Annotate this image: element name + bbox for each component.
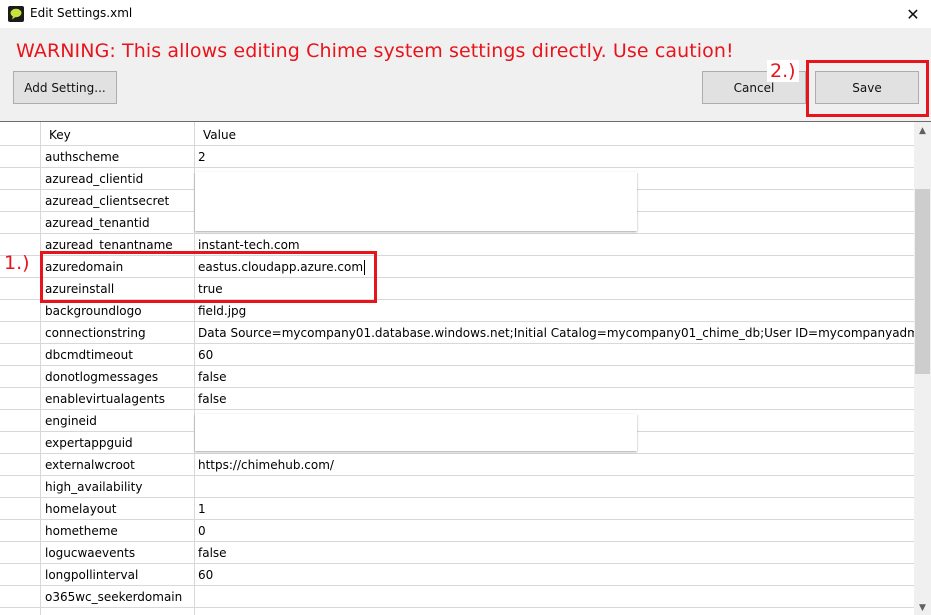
table-row[interactable]: azuredomain eastus.cloudapp.azure.com <box>0 256 914 278</box>
scroll-down-icon[interactable]: ▼ <box>914 599 931 615</box>
key-cell[interactable]: enablevirtualagents <box>41 388 195 410</box>
row-header-cell[interactable] <box>0 146 41 168</box>
key-cell[interactable]: homelayout <box>41 498 195 520</box>
window-title: Edit Settings.xml <box>30 6 133 20</box>
row-header-corner <box>0 122 41 146</box>
row-header-cell[interactable] <box>0 300 41 322</box>
row-header-cell[interactable] <box>0 388 41 410</box>
value-cell[interactable]: https://chimehub.com/ <box>195 454 914 476</box>
row-header-cell[interactable] <box>0 212 41 234</box>
key-cell[interactable]: azuread_tenantname <box>41 234 195 256</box>
scroll-thumb[interactable] <box>915 189 930 374</box>
table-row[interactable]: externalwcroot https://chimehub.com/ <box>0 454 914 476</box>
key-cell[interactable] <box>41 608 195 615</box>
row-header-cell[interactable] <box>0 322 41 344</box>
key-cell[interactable]: externalwcroot <box>41 454 195 476</box>
row-header-cell[interactable] <box>0 454 41 476</box>
edit-settings-window: Edit Settings.xml ✕ WARNING: This allows… <box>0 0 931 615</box>
column-header-value[interactable]: Value <box>195 122 914 146</box>
row-header-cell[interactable] <box>0 542 41 564</box>
key-cell[interactable]: logucwaevents <box>41 542 195 564</box>
value-cell[interactable]: 1 <box>195 498 914 520</box>
chat-bubble-icon <box>8 6 24 22</box>
key-cell[interactable]: azuread_clientid <box>41 168 195 190</box>
key-cell[interactable]: azuread_tenantid <box>41 212 195 234</box>
table-row[interactable]: connectionstring Data Source=mycompany01.… <box>0 322 914 344</box>
value-cell[interactable]: false <box>195 366 914 388</box>
warning-message: WARNING: This allows editing Chime syste… <box>16 40 734 62</box>
row-header-cell[interactable] <box>0 344 41 366</box>
value-cell[interactable] <box>195 586 914 608</box>
row-header-cell[interactable] <box>0 608 41 615</box>
grid-header: Key Value <box>0 122 914 146</box>
key-cell[interactable]: azureinstall <box>41 278 195 300</box>
close-button[interactable]: ✕ <box>895 0 931 28</box>
row-header-cell[interactable] <box>0 564 41 586</box>
table-row[interactable]: enablevirtualagents false <box>0 388 914 410</box>
key-cell[interactable]: backgroundlogo <box>41 300 195 322</box>
table-row[interactable]: high_availability <box>0 476 914 498</box>
row-header-cell[interactable] <box>0 498 41 520</box>
value-cell[interactable]: true <box>195 278 914 300</box>
close-icon: ✕ <box>906 4 920 24</box>
key-cell[interactable]: longpollinterval <box>41 564 195 586</box>
key-cell[interactable]: azuread_clientsecret <box>41 190 195 212</box>
table-row[interactable]: backgroundlogo field.jpg <box>0 300 914 322</box>
value-cell[interactable] <box>195 476 914 498</box>
key-cell[interactable]: o365wc_seekerdomain <box>41 586 195 608</box>
key-cell[interactable]: high_availability <box>41 476 195 498</box>
title-bar: Edit Settings.xml ✕ <box>0 0 931 28</box>
table-row[interactable]: azureinstall true <box>0 278 914 300</box>
column-header-key[interactable]: Key <box>41 122 195 146</box>
table-row[interactable]: o365wc_seekerdomain <box>0 586 914 608</box>
value-cell[interactable]: 60 <box>195 344 914 366</box>
row-header-cell[interactable] <box>0 520 41 542</box>
table-row[interactable]: donotlogmessages false <box>0 366 914 388</box>
save-button[interactable]: Save <box>815 71 919 104</box>
value-cell[interactable] <box>195 608 914 615</box>
row-header-cell[interactable] <box>0 432 41 454</box>
key-cell[interactable]: engineid <box>41 410 195 432</box>
row-header-cell[interactable] <box>0 366 41 388</box>
row-header-cell[interactable] <box>0 278 41 300</box>
table-row[interactable]: hometheme 0 <box>0 520 914 542</box>
add-setting-button[interactable]: Add Setting... <box>13 71 117 104</box>
redaction-box <box>195 172 637 231</box>
row-header-cell[interactable] <box>0 476 41 498</box>
table-row[interactable]: authscheme 2 <box>0 146 914 168</box>
row-header-cell[interactable] <box>0 168 41 190</box>
value-cell[interactable]: field.jpg <box>195 300 914 322</box>
value-cell[interactable]: 60 <box>195 564 914 586</box>
table-row[interactable]: azuread_tenantname instant-tech.com <box>0 234 914 256</box>
row-header-cell[interactable] <box>0 586 41 608</box>
key-cell[interactable]: connectionstring <box>41 322 195 344</box>
key-cell[interactable]: hometheme <box>41 520 195 542</box>
key-cell[interactable]: expertappguid <box>41 432 195 454</box>
settings-grid: Key Value authscheme 2 azuread_clientid azu… <box>0 121 931 615</box>
table-row[interactable] <box>0 608 914 615</box>
value-cell[interactable]: 0 <box>195 520 914 542</box>
value-cell[interactable]: 2 <box>195 146 914 168</box>
scroll-up-icon[interactable]: ▲ <box>914 122 931 139</box>
key-cell[interactable]: donotlogmessages <box>41 366 195 388</box>
key-cell[interactable]: azuredomain <box>41 256 195 278</box>
value-cell[interactable]: Data Source=mycompany01.database.windows… <box>195 322 914 344</box>
key-cell[interactable]: dbcmdtimeout <box>41 344 195 366</box>
value-cell[interactable]: false <box>195 388 914 410</box>
row-header-cell[interactable] <box>0 410 41 432</box>
annotation-label-step1: 1.) <box>4 252 30 274</box>
table-row[interactable]: longpollinterval 60 <box>0 564 914 586</box>
vertical-scrollbar[interactable]: ▲ ▼ <box>914 122 931 615</box>
value-cell[interactable]: eastus.cloudapp.azure.com <box>195 256 914 278</box>
value-cell[interactable]: instant-tech.com <box>195 234 914 256</box>
row-header-cell[interactable] <box>0 190 41 212</box>
text-caret <box>364 260 366 275</box>
table-row[interactable]: logucwaevents false <box>0 542 914 564</box>
table-row[interactable]: dbcmdtimeout 60 <box>0 344 914 366</box>
key-cell[interactable]: authscheme <box>41 146 195 168</box>
value-cell[interactable]: false <box>195 542 914 564</box>
annotation-label-step2: 2.) <box>767 60 799 82</box>
table-row[interactable]: homelayout 1 <box>0 498 914 520</box>
redaction-box <box>195 414 637 451</box>
